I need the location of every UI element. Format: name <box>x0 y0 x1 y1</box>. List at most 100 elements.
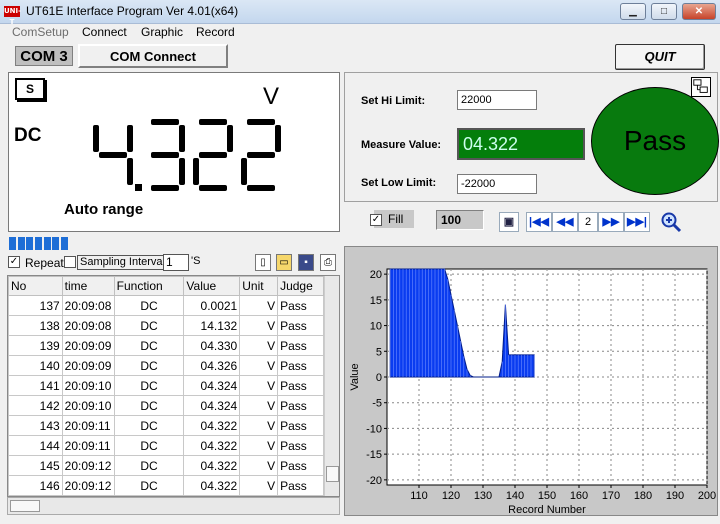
table-row[interactable]: 140 20:09:09 DC 04.326 V Pass <box>8 355 324 376</box>
table-cell: 138 <box>8 315 63 336</box>
record-controls: Fill ✓ 100 ▣ |◀◀ ◀◀ 2 ▶▶ ▶▶| <box>344 205 718 237</box>
column-header[interactable]: Judge <box>277 276 324 296</box>
prev-page-button[interactable]: ◀◀ <box>552 212 578 232</box>
table-cell: Pass <box>277 335 324 356</box>
lcd-segment <box>151 119 179 125</box>
table-cell: DC <box>113 295 185 316</box>
table-row[interactable]: 143 20:09:11 DC 04.322 V Pass <box>8 415 324 436</box>
lcd-segment <box>99 152 127 158</box>
lcd-segment <box>127 158 133 185</box>
printer-icon: ⎙ <box>324 257 332 268</box>
lcd-segment <box>247 152 275 158</box>
quit-button[interactable]: QUIT <box>615 44 705 70</box>
horizontal-scroll-thumb[interactable] <box>10 500 40 512</box>
lcd-unit: V <box>263 83 280 110</box>
sampling-interval-input[interactable]: 1 <box>163 254 189 271</box>
column-header[interactable]: time <box>61 276 115 296</box>
x-tick-label: 130 <box>474 490 492 502</box>
close-button[interactable]: ✕ <box>682 3 716 20</box>
table-cell: 20:09:11 <box>61 415 115 436</box>
menu-record[interactable]: Record <box>196 25 235 39</box>
table-cell: 20:09:08 <box>61 295 115 316</box>
table-row[interactable]: 138 20:09:08 DC 14.132 V Pass <box>8 315 324 336</box>
table-cell: V <box>239 435 279 456</box>
measure-value-display: 04.322 <box>457 128 585 160</box>
progress-block <box>26 237 34 250</box>
y-tick-label: 15 <box>370 295 382 307</box>
network-icon[interactable] <box>691 77 711 97</box>
open-folder-button[interactable]: ▭ <box>276 254 292 271</box>
new-file-icon: ▯ <box>260 257 266 268</box>
column-header[interactable]: Function <box>113 276 185 296</box>
column-header[interactable]: Unit <box>239 276 279 296</box>
table-cell: V <box>239 455 279 476</box>
table-cell: DC <box>113 475 185 496</box>
lcd-display-panel: S V DC Auto range <box>8 72 340 232</box>
next-page-button[interactable]: ▶▶ <box>598 212 624 232</box>
table-cell: V <box>239 475 279 496</box>
first-page-icon: |◀◀ <box>529 216 549 228</box>
save-record-button[interactable]: ▣ <box>499 212 519 232</box>
table-row[interactable]: 141 20:09:10 DC 04.324 V Pass <box>8 375 324 396</box>
print-button[interactable]: ⎙ <box>320 254 336 271</box>
repeat-checkbox[interactable]: ✓ <box>8 256 20 268</box>
vertical-scrollbar[interactable] <box>324 276 339 496</box>
table-cell: 140 <box>8 355 63 376</box>
close-icon: ✕ <box>694 6 704 17</box>
options-row: ✓ Repeat Sampling Interval 1 'S ▯ ▭ ▪ ⎙ <box>8 253 340 272</box>
table-cell: 20:09:09 <box>61 355 115 376</box>
window-title: UT61E Interface Program Ver 4.01(x64) <box>26 4 239 18</box>
lcd-segment <box>241 158 247 185</box>
menu-graphic[interactable]: Graphic <box>141 25 183 39</box>
x-tick-label: 180 <box>634 490 652 502</box>
lcd-segment <box>199 119 227 125</box>
lcd-segment <box>151 185 179 191</box>
record-table: No time Function Value Unit Judge 137 20:09:08… <box>7 275 340 497</box>
table-row[interactable]: 145 20:09:12 DC 04.322 V Pass <box>8 455 324 476</box>
record-count-field[interactable]: 100 <box>436 210 484 230</box>
table-row[interactable]: 139 20:09:09 DC 04.330 V Pass <box>8 335 324 356</box>
first-page-button[interactable]: |◀◀ <box>526 212 552 232</box>
table-cell: Pass <box>277 455 324 476</box>
table-row[interactable]: 146 20:09:12 DC 04.322 V Pass <box>8 475 324 496</box>
sampling-checkbox[interactable] <box>64 256 76 268</box>
menu-comsetup[interactable]: ComSetup <box>12 25 69 39</box>
column-header[interactable]: No <box>8 276 63 296</box>
table-cell: Pass <box>277 475 324 496</box>
progress-indicator <box>9 237 71 250</box>
table-cell: 04.322 <box>183 455 241 476</box>
hi-limit-input[interactable]: 22000 <box>457 90 537 110</box>
table-cell: V <box>239 335 279 356</box>
last-page-button[interactable]: ▶▶| <box>624 212 650 232</box>
progress-block <box>43 237 51 250</box>
table-cell: Pass <box>277 375 324 396</box>
lcd-decimal-point <box>135 184 142 191</box>
table-row[interactable]: 144 20:09:11 DC 04.322 V Pass <box>8 435 324 456</box>
y-tick-label: 5 <box>376 346 382 358</box>
sampling-interval-label: Sampling Interval <box>77 255 168 270</box>
y-tick-label: -5 <box>372 398 382 410</box>
vertical-scroll-thumb[interactable] <box>326 466 339 482</box>
new-file-button[interactable]: ▯ <box>255 254 271 271</box>
x-tick-label: 170 <box>602 490 620 502</box>
zoom-in-icon[interactable] <box>660 211 682 233</box>
table-cell: 04.322 <box>183 475 241 496</box>
column-header[interactable]: Value <box>183 276 241 296</box>
value-chart: 110 120 130 140 150 160 170 180 190 200 20 15 10 5 0 -5… <box>344 246 718 516</box>
app-logo-icon: UNI-T <box>4 6 22 26</box>
y-tick-label: 10 <box>370 321 382 333</box>
maximize-button[interactable]: □ <box>651 3 677 20</box>
fill-checkbox[interactable]: ✓ <box>370 214 382 226</box>
sampling-unit: 'S <box>191 255 201 267</box>
table-cell: 04.326 <box>183 355 241 376</box>
table-row[interactable]: 137 20:09:08 DC 0.0021 V Pass <box>8 295 324 316</box>
save-file-button[interactable]: ▪ <box>298 254 314 271</box>
table-cell: 137 <box>8 295 63 316</box>
low-limit-input[interactable]: -22000 <box>457 174 537 194</box>
lcd-range: Auto range <box>64 201 144 218</box>
menu-connect[interactable]: Connect <box>82 25 127 39</box>
table-cell: 20:09:10 <box>61 375 115 396</box>
minimize-button[interactable]: ▁ <box>620 3 646 20</box>
table-row[interactable]: 142 20:09:10 DC 04.324 V Pass <box>8 395 324 416</box>
horizontal-scrollbar[interactable] <box>7 497 340 515</box>
